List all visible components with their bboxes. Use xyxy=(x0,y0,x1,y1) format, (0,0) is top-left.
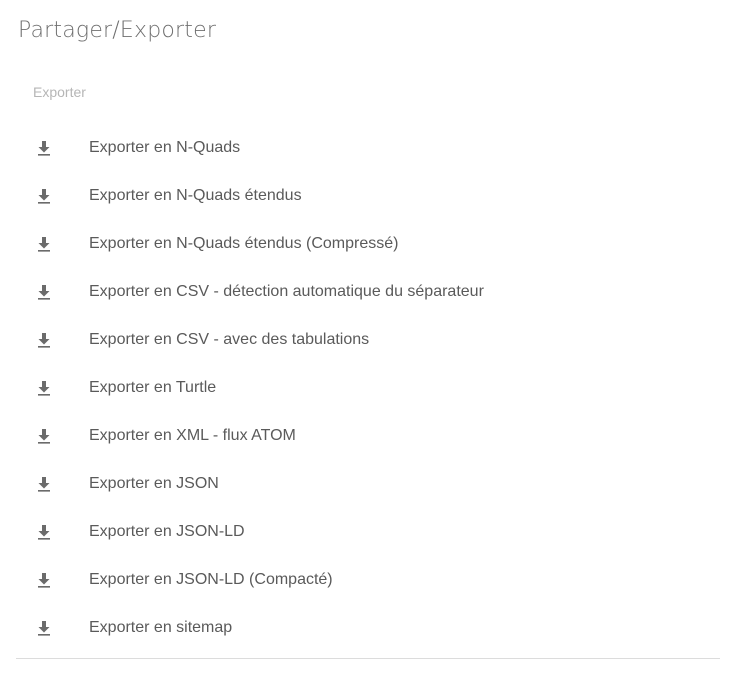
download-icon xyxy=(35,523,53,541)
download-icon xyxy=(35,619,53,637)
export-item-sitemap[interactable]: Exporter en sitemap xyxy=(16,604,720,652)
download-icon xyxy=(35,235,53,253)
export-item-label: Exporter en JSON-LD (Compacté) xyxy=(89,571,333,588)
download-icon xyxy=(35,427,53,445)
section-label-exporter: Exporter xyxy=(33,84,86,100)
export-item-label: Exporter en N-Quads étendus (Compressé) xyxy=(89,235,399,252)
download-icon xyxy=(35,139,53,157)
export-item-json[interactable]: Exporter en JSON xyxy=(16,460,720,508)
download-icon xyxy=(35,283,53,301)
download-icon xyxy=(35,187,53,205)
export-item-label: Exporter en JSON-LD xyxy=(89,523,245,540)
export-item-turtle[interactable]: Exporter en Turtle xyxy=(16,364,720,412)
export-item-xml-atom[interactable]: Exporter en XML - flux ATOM xyxy=(16,412,720,460)
download-icon xyxy=(35,475,53,493)
export-item-csv-tabs[interactable]: Exporter en CSV - avec des tabulations xyxy=(16,316,720,364)
export-item-label: Exporter en CSV - détection automatique … xyxy=(89,283,484,300)
export-item-label: Exporter en sitemap xyxy=(89,619,233,636)
export-item-label: Exporter en N-Quads étendus xyxy=(89,187,302,204)
export-item-label: Exporter en XML - flux ATOM xyxy=(89,427,296,444)
export-item-label: Exporter en N-Quads xyxy=(89,139,241,156)
download-icon xyxy=(35,379,53,397)
download-icon xyxy=(35,331,53,349)
export-menu-list: Exporter en N-Quads Exporter en N-Quads … xyxy=(16,124,720,652)
export-item-nquads-extended[interactable]: Exporter en N-Quads étendus xyxy=(16,172,720,220)
export-item-json-ld-compacted[interactable]: Exporter en JSON-LD (Compacté) xyxy=(16,556,720,604)
export-item-label: Exporter en CSV - avec des tabulations xyxy=(89,331,370,348)
page-title: Partager/Exporter xyxy=(18,18,217,43)
export-item-json-ld[interactable]: Exporter en JSON-LD xyxy=(16,508,720,556)
export-item-label: Exporter en JSON xyxy=(89,475,219,492)
export-item-csv-auto[interactable]: Exporter en CSV - détection automatique … xyxy=(16,268,720,316)
export-item-label: Exporter en Turtle xyxy=(89,379,217,396)
export-item-nquads[interactable]: Exporter en N-Quads xyxy=(16,124,720,172)
download-icon xyxy=(35,571,53,589)
divider xyxy=(16,658,720,659)
export-item-nquads-extended-compressed[interactable]: Exporter en N-Quads étendus (Compressé) xyxy=(16,220,720,268)
